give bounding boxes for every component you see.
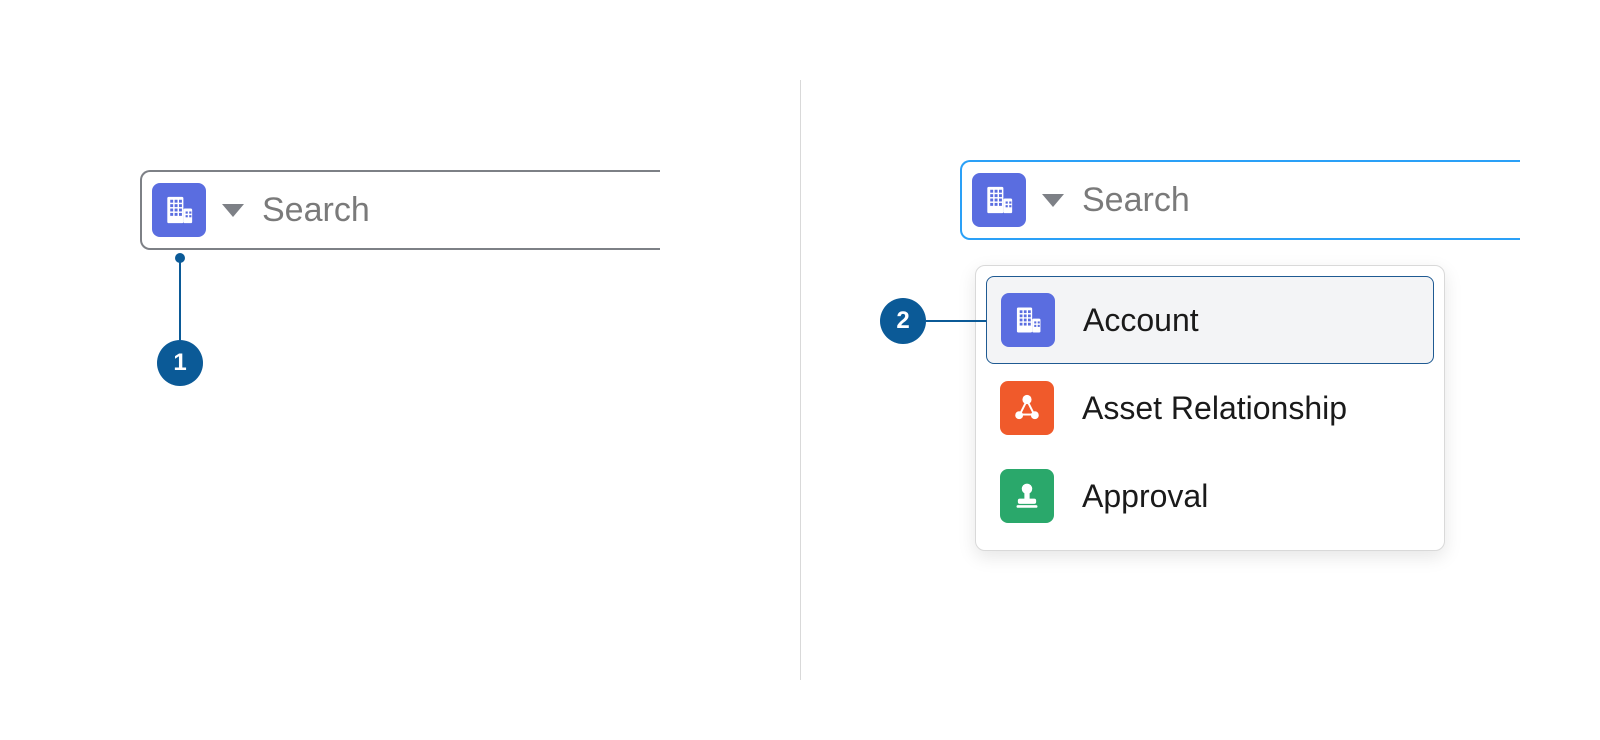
search-bar-focused[interactable]: Search bbox=[960, 160, 1520, 240]
building-icon bbox=[980, 181, 1018, 219]
callout-number-1: 1 bbox=[173, 349, 186, 377]
search-placeholder: Search bbox=[262, 191, 370, 230]
callout-badge-1: 1 bbox=[157, 340, 203, 386]
scope-dropdown: Account Asset Relationship bbox=[975, 265, 1445, 551]
scope-option-account[interactable]: Account bbox=[986, 276, 1434, 364]
callout-number-2: 2 bbox=[896, 307, 909, 335]
account-scope-icon[interactable] bbox=[972, 173, 1026, 227]
account-scope-icon[interactable] bbox=[152, 183, 206, 237]
approval-icon bbox=[1000, 469, 1054, 523]
graph-nodes-icon bbox=[1010, 391, 1044, 425]
chevron-down-icon[interactable] bbox=[222, 204, 244, 217]
callout-badge-2: 2 bbox=[880, 298, 926, 344]
option-label: Approval bbox=[1082, 478, 1208, 515]
search-placeholder: Search bbox=[1082, 181, 1190, 220]
callout-line-2 bbox=[926, 320, 986, 322]
scope-option-approval[interactable]: Approval bbox=[986, 452, 1434, 540]
building-icon bbox=[1010, 302, 1046, 338]
search-bar-closed[interactable]: Search bbox=[140, 170, 660, 250]
building-icon bbox=[160, 191, 198, 229]
stamp-icon bbox=[1010, 479, 1044, 513]
chevron-down-icon[interactable] bbox=[1042, 194, 1064, 207]
scope-option-asset-relationship[interactable]: Asset Relationship bbox=[986, 364, 1434, 452]
vertical-divider bbox=[800, 80, 801, 680]
asset-relationship-icon bbox=[1000, 381, 1054, 435]
option-label: Account bbox=[1083, 302, 1199, 339]
callout-line-1 bbox=[179, 258, 181, 340]
option-label: Asset Relationship bbox=[1082, 390, 1347, 427]
account-icon bbox=[1001, 293, 1055, 347]
